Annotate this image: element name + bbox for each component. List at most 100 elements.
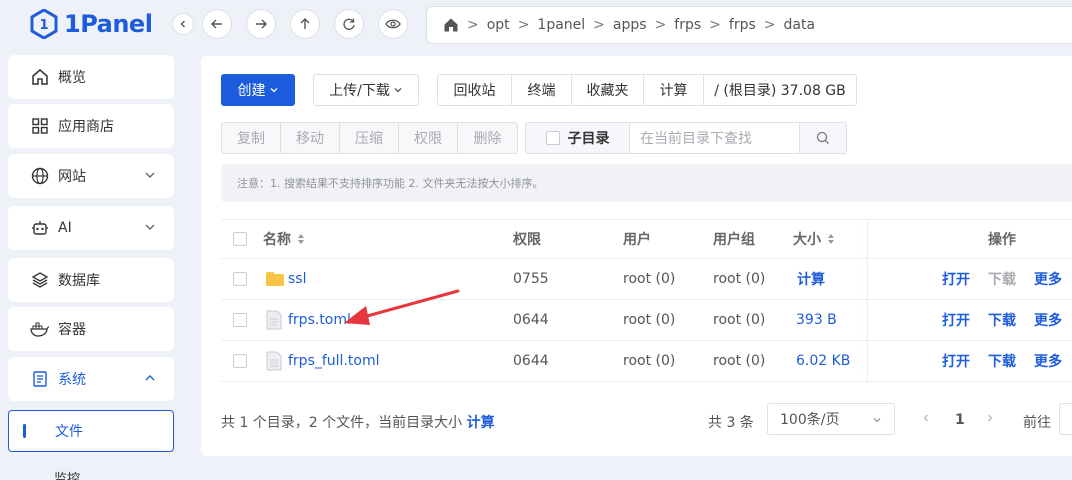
system-icon: [30, 369, 50, 389]
move-button[interactable]: 移动: [281, 123, 340, 153]
chevron-down-icon: [145, 172, 155, 178]
file-icon: [266, 300, 282, 340]
create-button[interactable]: 创建: [221, 74, 295, 106]
download-link[interactable]: 下载: [988, 341, 1016, 381]
brand-logo[interactable]: 1 1Panel: [30, 8, 153, 40]
sidebar-item-app-store[interactable]: 应用商店: [8, 104, 174, 148]
calculate-dir-size-link[interactable]: 计算: [467, 415, 495, 431]
more-link[interactable]: 更多: [1034, 341, 1062, 381]
directory-summary: 共 1 个目录，2 个文件，当前目录大小 计算: [221, 412, 495, 432]
toggle-hidden-button[interactable]: [378, 9, 408, 39]
calculate-size-link[interactable]: 计算: [797, 259, 825, 299]
svg-text:1: 1: [39, 18, 48, 33]
sidebar-item-databases[interactable]: 数据库: [8, 258, 174, 302]
sidebar-item-overview[interactable]: 概览: [8, 55, 174, 99]
open-link[interactable]: 打开: [942, 259, 970, 299]
breadcrumb-separator: >: [517, 17, 530, 33]
sidebar-item-label: 容器: [58, 322, 86, 338]
disk-usage-button[interactable]: / (根目录) 37.08 GB: [704, 75, 856, 105]
header-size[interactable]: 大小: [793, 220, 835, 258]
breadcrumb-frps-2[interactable]: frps: [729, 17, 756, 33]
active-indicator: [23, 424, 26, 438]
prev-page-button[interactable]: [921, 413, 931, 423]
chevron-left-icon: [923, 414, 928, 422]
search-input[interactable]: 在当前目录下查找: [630, 123, 800, 153]
sidebar-subitem-monitor[interactable]: 监控: [54, 468, 80, 480]
home-icon[interactable]: [443, 17, 459, 33]
subdir-checkbox[interactable]: [545, 131, 560, 145]
sidebar-item-containers[interactable]: 容器: [8, 307, 174, 351]
download-link[interactable]: 下载: [988, 300, 1016, 340]
up-directory-button[interactable]: [290, 9, 320, 39]
row-checkbox[interactable]: [233, 272, 247, 286]
toolbar-button-group: 回收站 终端 收藏夹 计算 / (根目录) 37.08 GB: [437, 74, 857, 106]
docker-icon: [30, 319, 50, 339]
more-link[interactable]: 更多: [1034, 300, 1062, 340]
recycle-bin-button[interactable]: 回收站: [438, 75, 512, 105]
collapse-sidebar-button[interactable]: [172, 13, 194, 35]
delete-button[interactable]: 删除: [458, 123, 517, 153]
sidebar-item-ai[interactable]: AI: [8, 206, 174, 250]
open-link[interactable]: 打开: [942, 341, 970, 381]
search-button[interactable]: [800, 123, 846, 153]
layers-icon: [30, 270, 50, 290]
compress-button[interactable]: 压缩: [340, 123, 399, 153]
back-button[interactable]: [202, 9, 232, 39]
sidebar-item-websites[interactable]: 网站: [8, 154, 174, 198]
sidebar-subitem-files[interactable]: 文件: [8, 410, 174, 452]
page-number-current[interactable]: 1: [955, 412, 965, 428]
search-group: 子目录 在当前目录下查找: [525, 122, 847, 154]
download-link-disabled: 下载: [988, 272, 1016, 288]
sidebar-item-system[interactable]: 系统: [8, 357, 174, 401]
header-name-label: 名称: [263, 232, 291, 248]
row-checkbox[interactable]: [233, 354, 247, 368]
chevron-right-icon: [988, 414, 993, 422]
breadcrumb-separator: >: [763, 17, 776, 33]
file-name-link[interactable]: frps_full.toml: [288, 341, 379, 381]
arrow-left-icon: [211, 19, 222, 29]
breadcrumb-frps[interactable]: frps: [674, 17, 701, 33]
arrow-right-icon: [256, 19, 267, 29]
upload-download-button[interactable]: 上传/下载: [313, 74, 419, 106]
select-all-checkbox[interactable]: [233, 232, 247, 246]
more-link[interactable]: 更多: [1034, 259, 1062, 299]
subdir-label: 子目录: [567, 131, 610, 147]
terminal-button[interactable]: 终端: [512, 75, 572, 105]
goto-page-input[interactable]: [1059, 403, 1072, 435]
calculate-button[interactable]: 计算: [644, 75, 704, 105]
permissions-button[interactable]: 权限: [399, 123, 458, 153]
size-cell: 6.02 KB: [796, 353, 851, 369]
header-size-label: 大小: [793, 232, 821, 248]
summary-text: 共 1 个目录，2 个文件，当前目录大小: [221, 415, 463, 431]
sort-icon: [298, 234, 304, 244]
total-count: 共 3 条: [708, 415, 754, 431]
sort-icon: [828, 234, 834, 244]
robot-icon: [30, 218, 50, 238]
breadcrumb-apps[interactable]: apps: [613, 17, 647, 33]
copy-button[interactable]: 复制: [222, 123, 281, 153]
breadcrumb-separator: >: [709, 17, 721, 33]
group-cell: root (0): [713, 353, 766, 369]
row-checkbox[interactable]: [233, 313, 247, 327]
size-cell: 393 B: [796, 312, 837, 328]
group-cell: root (0): [713, 271, 766, 287]
subdir-toggle[interactable]: 子目录: [526, 123, 630, 153]
forward-button[interactable]: [246, 9, 276, 39]
chevron-down-icon: [145, 224, 155, 230]
page-size-select[interactable]: 100条/页: [767, 403, 895, 435]
breadcrumb-data[interactable]: data: [784, 17, 816, 33]
refresh-button[interactable]: [334, 9, 364, 39]
next-page-button[interactable]: [985, 413, 995, 423]
favorites-button[interactable]: 收藏夹: [572, 75, 644, 105]
logo-hexagon-icon: 1: [30, 9, 58, 39]
path-address-bar[interactable]: > opt > 1panel > apps > frps > frps > da…: [426, 6, 1072, 44]
file-name-link[interactable]: ssl: [288, 259, 306, 299]
annotation-arrow-icon: [344, 289, 460, 325]
breadcrumb-1panel[interactable]: 1panel: [537, 17, 585, 33]
open-link[interactable]: 打开: [942, 300, 970, 340]
file-manager-panel: 创建 上传/下载 回收站 终端 收藏夹 计算 / (根目录) 37.08 GB …: [201, 56, 1072, 456]
sidebar-subitem-label: 文件: [55, 424, 83, 440]
brand-name: 1Panel: [64, 10, 153, 38]
header-name[interactable]: 名称: [263, 220, 305, 258]
breadcrumb-opt[interactable]: opt: [487, 17, 510, 33]
